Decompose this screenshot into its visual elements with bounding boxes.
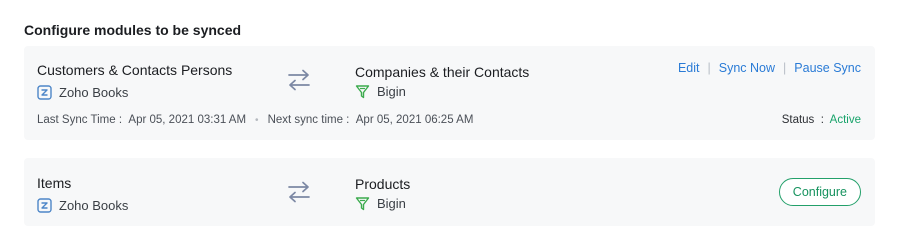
target-app-label: Bigin — [377, 196, 406, 211]
target-module-name: Products — [355, 176, 411, 192]
next-sync-label: Next sync time — [267, 114, 343, 126]
separator: | — [707, 61, 711, 75]
last-sync-value: Apr 05, 2021 03:31 AM — [128, 114, 247, 126]
zoho-books-icon — [37, 85, 52, 100]
source-app: Zoho Books — [37, 198, 128, 213]
status-badge: Active — [829, 114, 861, 126]
next-sync-value: Apr 05, 2021 06:25 AM — [355, 114, 474, 126]
sync-arrows-icon — [288, 181, 310, 203]
source-module-name: Customers & Contacts Persons — [37, 62, 233, 78]
last-sync-label: Last Sync Time — [37, 114, 116, 126]
configure-button[interactable]: Configure — [778, 178, 861, 206]
source-app-label: Zoho Books — [59, 85, 129, 100]
module-card: Customers & Contacts Persons Zoho Books … — [24, 46, 875, 140]
zoho-books-icon — [37, 198, 52, 213]
sync-now-link[interactable]: Sync Now — [719, 61, 775, 75]
sync-arrows-icon — [288, 69, 310, 91]
source-app: Zoho Books — [37, 85, 128, 100]
sync-status: Status : Active — [781, 114, 861, 126]
target-app: Bigin — [355, 84, 406, 99]
target-app: Bigin — [355, 196, 406, 211]
page-title: Configure modules to be synced — [24, 22, 242, 38]
sync-times: Last Sync Time : Apr 05, 2021 03:31 AM •… — [37, 114, 474, 126]
source-module-name: Items — [37, 175, 72, 191]
edit-link[interactable]: Edit — [678, 61, 700, 75]
source-app-label: Zoho Books — [59, 198, 129, 213]
module-card: Items Zoho Books Products Bigin Configur… — [24, 158, 875, 226]
module-actions: Edit | Sync Now | Pause Sync — [678, 61, 861, 75]
bigin-icon — [355, 85, 370, 99]
bigin-icon — [355, 197, 370, 211]
separator: | — [783, 61, 787, 75]
target-app-label: Bigin — [377, 84, 406, 99]
target-module-name: Companies & their Contacts — [355, 64, 530, 80]
status-label: Status — [781, 114, 815, 126]
pause-sync-link[interactable]: Pause Sync — [794, 61, 861, 75]
dot-separator: • — [255, 114, 259, 126]
